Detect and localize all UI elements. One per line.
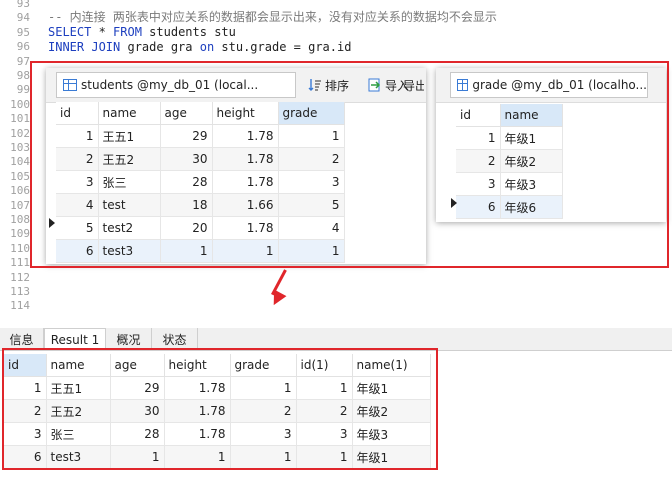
line-number: 105: [10, 169, 30, 183]
line-number: 95: [16, 25, 30, 39]
line-number: 99: [16, 83, 30, 97]
select-line: SELECT * FROM students stu: [48, 25, 236, 40]
tab-info[interactable]: 信息: [0, 328, 44, 350]
line-number: 101: [10, 112, 30, 126]
annotation-box-tables: [30, 61, 669, 268]
line-number: 111: [10, 256, 30, 270]
select-columns: *: [91, 25, 114, 39]
line-number: 106: [10, 184, 30, 198]
tab-result-1[interactable]: Result 1: [44, 328, 106, 350]
line-number: 104: [10, 155, 30, 169]
line-number: 100: [10, 97, 30, 111]
keyword-from: FROM: [113, 25, 142, 39]
comment-line: -- 内连接 两张表中对应关系的数据都会显示出来，没有对应关系的数据均不会显示: [48, 10, 497, 24]
line-number: 93: [16, 0, 30, 10]
join-condition: stu.grade = gra.id: [214, 40, 352, 54]
tab-status[interactable]: 状态: [152, 328, 198, 350]
line-number: 113: [10, 285, 30, 298]
line-number: 108: [10, 213, 30, 226]
line-number: 107: [10, 198, 30, 212]
annotation-box-result: [2, 348, 438, 470]
join-line: INNER JOIN grade gra on stu.grade = gra.…: [48, 40, 351, 55]
keyword-inner-join: INNER JOIN: [48, 40, 121, 54]
keyword-select: SELECT: [48, 25, 92, 39]
from-table: students stu: [141, 25, 236, 39]
line-number: 94: [16, 11, 30, 25]
line-number: 114: [10, 299, 30, 313]
join-table: grade gra: [120, 40, 200, 54]
line-number: 103: [10, 141, 30, 154]
line-number: 102: [10, 126, 30, 140]
line-number: 109: [10, 227, 30, 241]
tab-profile[interactable]: 概况: [106, 328, 152, 350]
line-number: 97: [16, 54, 30, 68]
line-number: 98: [16, 69, 30, 82]
keyword-on: on: [199, 40, 215, 54]
line-number: 110: [10, 241, 30, 255]
line-number: 96: [16, 40, 30, 54]
line-number: 112: [10, 270, 30, 284]
